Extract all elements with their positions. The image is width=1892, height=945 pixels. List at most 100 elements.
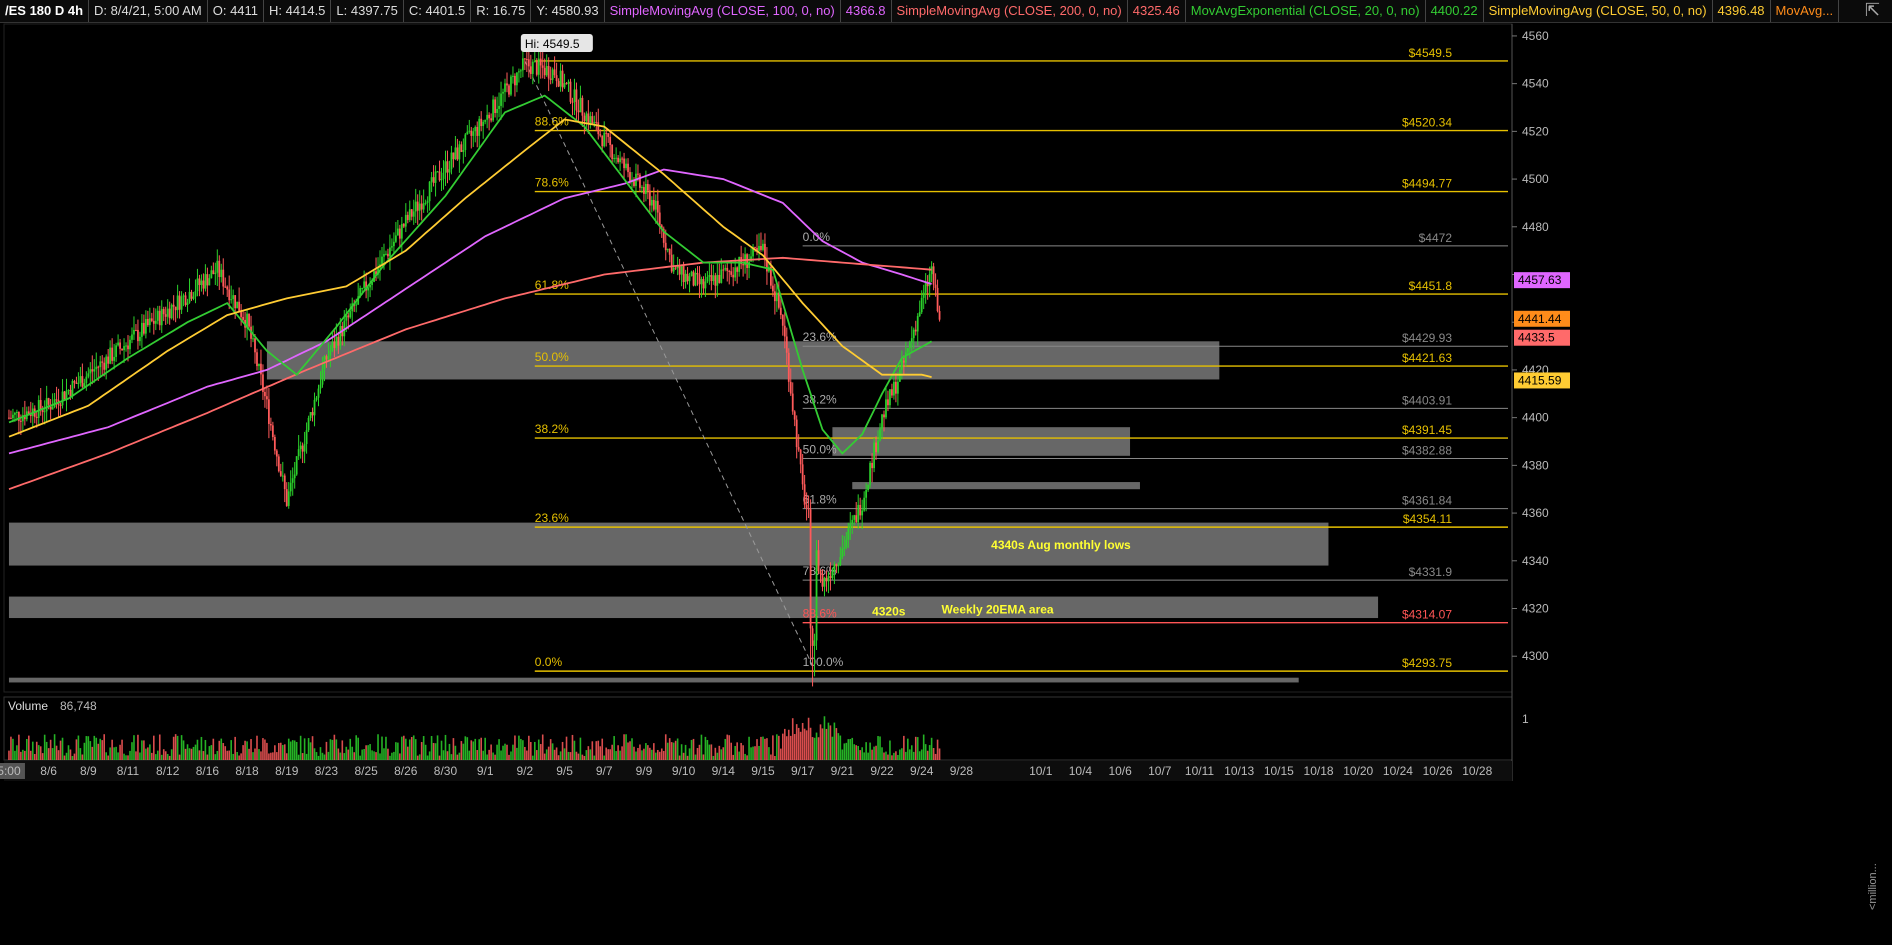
volume-bar	[262, 738, 264, 760]
bar-close: C: 4401.5	[404, 0, 472, 22]
candle-body	[885, 399, 887, 418]
volume-bar	[349, 738, 352, 760]
volume-value: 86,748	[60, 699, 97, 713]
candle-body	[871, 462, 873, 469]
volume-bar	[635, 751, 637, 760]
volume-bar	[853, 744, 856, 760]
price-level-label: $4361.84	[1402, 494, 1452, 508]
candle-body	[190, 291, 193, 299]
candle-body	[398, 228, 401, 239]
x-tick-label: 10/6	[1108, 764, 1132, 778]
volume-bar	[81, 754, 84, 760]
volume-bar	[597, 740, 600, 760]
candle-body	[875, 442, 877, 453]
candle-body	[424, 202, 427, 204]
candle-body	[339, 326, 342, 346]
volume-bar	[389, 755, 391, 760]
candle-body	[410, 209, 413, 217]
candle-body	[811, 628, 814, 646]
volume-bar	[460, 741, 463, 760]
candle-body	[59, 404, 62, 406]
volume-bar	[93, 735, 96, 760]
candle-body	[194, 291, 197, 297]
candle-body	[381, 256, 383, 265]
volume-bar	[319, 747, 322, 760]
candle-body	[797, 447, 800, 450]
candle-body	[805, 504, 808, 509]
candle-body	[672, 267, 675, 272]
candle-body	[208, 278, 211, 286]
volume-bar	[859, 750, 861, 760]
volume-bar	[615, 751, 617, 760]
volume-bar	[291, 740, 294, 760]
candle-body	[883, 414, 885, 418]
candle-body	[123, 346, 125, 351]
candle-body	[484, 119, 487, 122]
volume-bar	[313, 748, 316, 760]
candle-body	[456, 147, 459, 160]
candle-body	[867, 484, 870, 490]
volume-panel-frame	[3, 696, 1513, 761]
candle-body	[730, 271, 733, 275]
volume-bar	[631, 738, 633, 760]
volume-bar	[424, 744, 427, 760]
volume-bar	[656, 749, 659, 760]
volume-bar	[87, 736, 90, 760]
x-tick-label: 8/6	[40, 764, 57, 778]
candle-body	[254, 338, 256, 353]
candle-body	[833, 564, 836, 572]
study-label[interactable]: SimpleMovingAvg (CLOSE, 200, 0, no)	[892, 0, 1128, 22]
y-tick-label: 4300	[1522, 649, 1549, 663]
price-level-label: $4494.77	[1402, 177, 1452, 191]
volume-bar	[305, 753, 308, 760]
volume-bar	[297, 754, 300, 760]
volume-bar	[103, 734, 106, 760]
volume-bar	[914, 736, 917, 760]
study-label[interactable]: MovAvgExponential (CLOSE, 20, 0, no)	[1186, 0, 1426, 22]
volume-bar	[938, 748, 941, 760]
x-tick-label: 8/19	[275, 764, 299, 778]
candle-body	[827, 576, 830, 582]
volume-bar	[137, 734, 139, 760]
study-label[interactable]: SimpleMovingAvg (CLOSE, 50, 0, no)	[1484, 0, 1713, 22]
volume-bar	[498, 739, 500, 760]
candle-body	[129, 339, 131, 350]
volume-bar	[918, 751, 921, 760]
expand-icon[interactable]: ⇱	[1865, 0, 1880, 21]
volume-bar	[740, 742, 742, 760]
volume-bar	[686, 755, 689, 760]
candle-body	[305, 430, 308, 444]
candle-body	[893, 381, 895, 396]
volume-bar	[516, 747, 518, 760]
candle-body	[313, 399, 316, 416]
volume-bar	[458, 752, 461, 760]
volume-bar	[518, 735, 520, 760]
study-label[interactable]: SimpleMovingAvg (CLOSE, 100, 0, no)	[605, 0, 841, 22]
candle-body	[488, 114, 491, 119]
volume-bar	[178, 754, 181, 760]
volume-bar	[756, 739, 758, 760]
study-label[interactable]: MovAvg...	[1771, 0, 1840, 22]
chart-canvas[interactable]: 4300432043404360438044004420448045004520…	[0, 0, 1892, 945]
candle-body	[625, 163, 627, 169]
candle-body	[444, 161, 447, 173]
candle-body	[73, 381, 76, 383]
volume-bar	[847, 739, 850, 760]
volume-bar	[285, 753, 288, 760]
price-level-label: $4451.8	[1409, 279, 1453, 293]
annotation-label: 4340s Aug monthly lows	[991, 538, 1131, 552]
candle-body	[865, 489, 868, 498]
volume-bar	[206, 754, 209, 760]
volume-bar	[734, 745, 736, 760]
candle-body	[795, 419, 798, 448]
volume-bar	[934, 753, 937, 760]
price-level-label: $4549.5	[1409, 46, 1453, 60]
volume-bar	[694, 754, 697, 760]
candle-body	[900, 360, 903, 370]
volume-bar	[710, 744, 713, 760]
volume-bar	[45, 741, 48, 760]
symbol-label[interactable]: /ES 180 D 4h	[0, 0, 90, 22]
volume-bar	[555, 747, 558, 760]
candle-body	[281, 475, 284, 477]
y-tick-label: 4320	[1522, 602, 1549, 616]
